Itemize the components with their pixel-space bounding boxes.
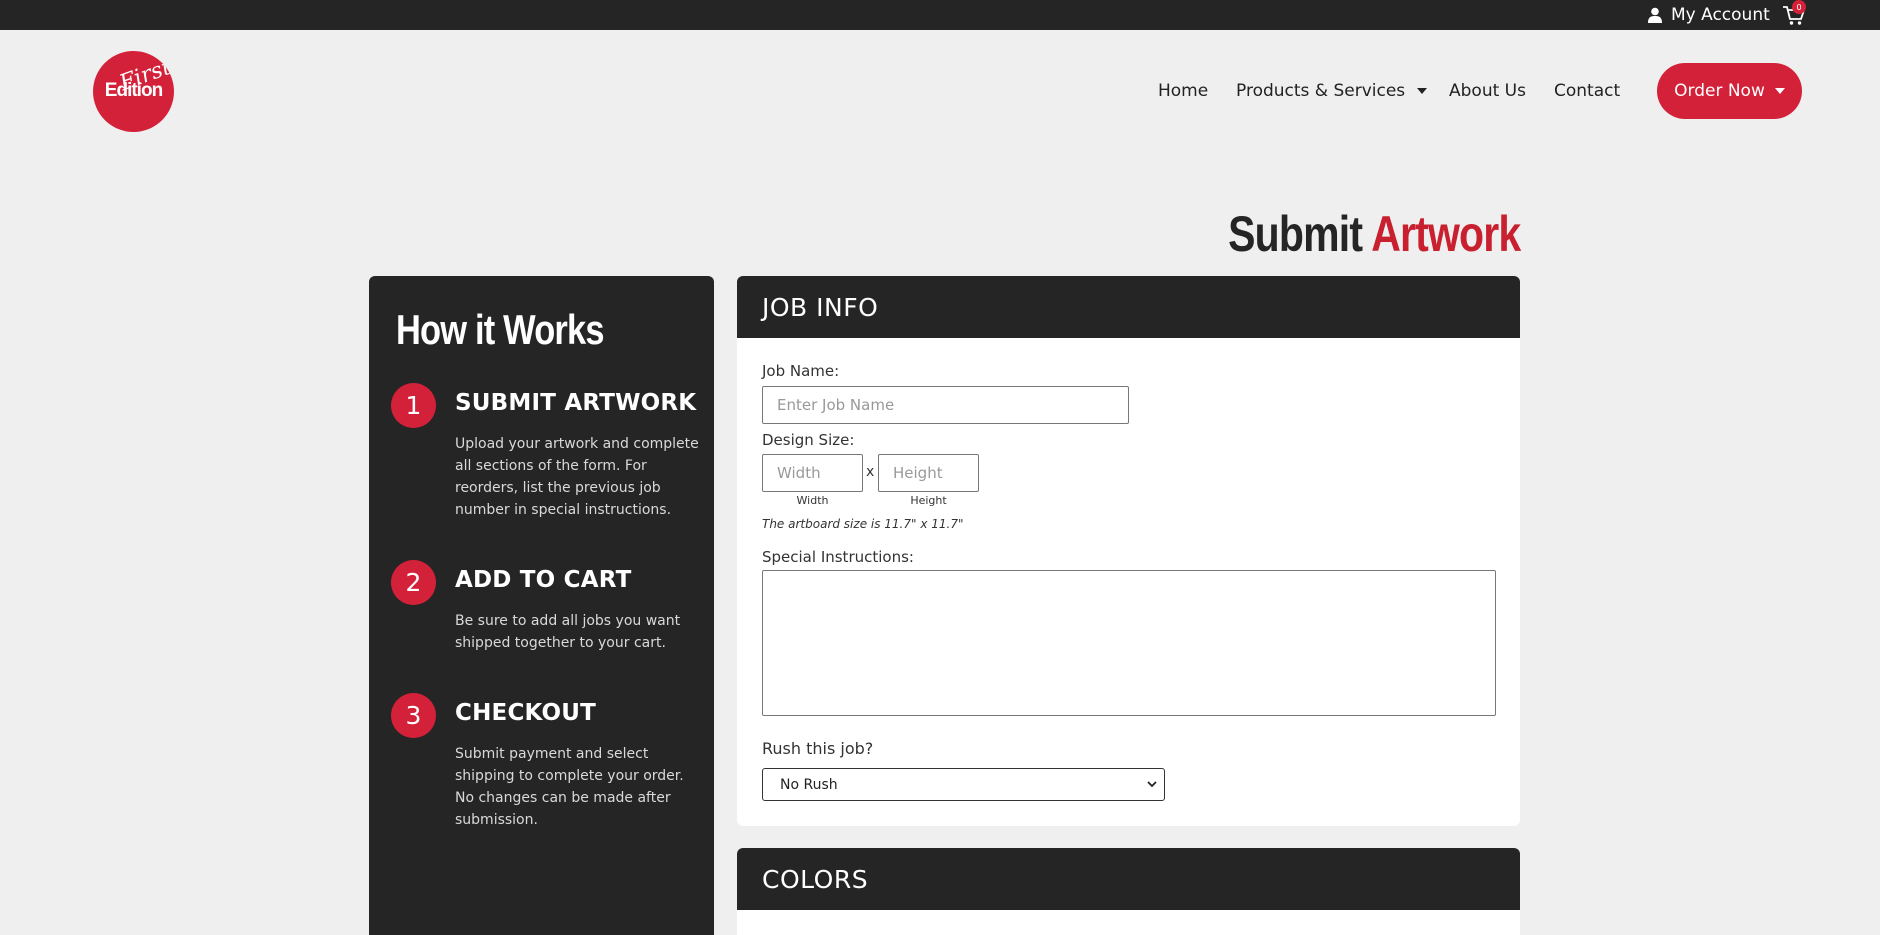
my-account-label: My Account [1671, 5, 1770, 25]
colors-header: COLORS [737, 848, 1520, 910]
nav-home[interactable]: Home [1158, 78, 1208, 104]
job-name-input[interactable]: Enter Job Name [762, 386, 1129, 424]
colors-card: COLORS [737, 848, 1520, 935]
how-it-works-title: How it Works [396, 306, 604, 353]
top-bar [0, 0, 1880, 30]
step-title: CHECKOUT [455, 700, 597, 726]
step-title: ADD TO CART [455, 567, 632, 593]
special-instructions-textarea[interactable] [762, 570, 1496, 716]
site-logo[interactable]: First Edition [93, 51, 174, 132]
step-description: Submit payment and select shipping to co… [455, 746, 684, 828]
step-description: Upload your artwork and complete all sec… [455, 436, 699, 518]
height-sublabel: Height [910, 494, 947, 507]
width-input[interactable]: Width [762, 454, 863, 492]
page-title: Submit Artwork [1227, 205, 1521, 263]
nav-products-label: Products & Services [1236, 81, 1406, 101]
nav-products-services[interactable]: Products & Services [1236, 78, 1428, 104]
user-icon [1648, 7, 1662, 23]
nav-about-us[interactable]: About Us [1449, 78, 1526, 104]
artboard-size-note: The artboard size is 11.7" x 11.7" [762, 517, 964, 531]
logo-wordmark: Edition [104, 80, 163, 101]
chevron-down-icon [1774, 88, 1785, 94]
step-description: Be sure to add all jobs you want shipped… [455, 613, 681, 651]
chevron-down-icon [1417, 88, 1428, 94]
rush-job-select[interactable]: No Rush [762, 768, 1165, 801]
my-account-link[interactable]: My Account [1648, 0, 1770, 30]
nav-contact-label: Contact [1554, 81, 1621, 101]
step-number: 2 [391, 560, 436, 605]
cart-count-badge: 0 [1792, 0, 1806, 14]
height-input[interactable]: Height [878, 454, 979, 492]
nav-contact[interactable]: Contact [1554, 78, 1620, 104]
rush-job-selected: No Rush [780, 776, 838, 793]
width-sublabel: Width [796, 494, 829, 507]
order-now-label: Order Now [1674, 81, 1765, 101]
step-number: 3 [391, 693, 436, 738]
design-size-label: Design Size: [762, 431, 855, 449]
page-title-part2: Artwork [1370, 206, 1521, 262]
chevron-down-icon [1147, 781, 1157, 788]
job-info-header: JOB INFO [737, 276, 1520, 338]
times-sign: x [866, 464, 875, 480]
step-number: 1 [391, 383, 436, 428]
order-now-button[interactable]: Order Now [1657, 63, 1802, 119]
page-title-part1: Submit [1227, 206, 1363, 262]
nav-home-label: Home [1158, 81, 1209, 101]
special-instructions-label: Special Instructions: [762, 548, 914, 566]
how-it-works-panel: How it Works 1 SUBMIT ARTWORK Upload you… [369, 276, 714, 935]
nav-about-label: About Us [1449, 81, 1526, 101]
job-info-card: JOB INFO Job Name: Enter Job Name Design… [737, 276, 1520, 826]
step-title: SUBMIT ARTWORK [455, 390, 697, 416]
rush-job-label: Rush this job? [762, 739, 874, 758]
job-name-label: Job Name: [762, 362, 840, 380]
